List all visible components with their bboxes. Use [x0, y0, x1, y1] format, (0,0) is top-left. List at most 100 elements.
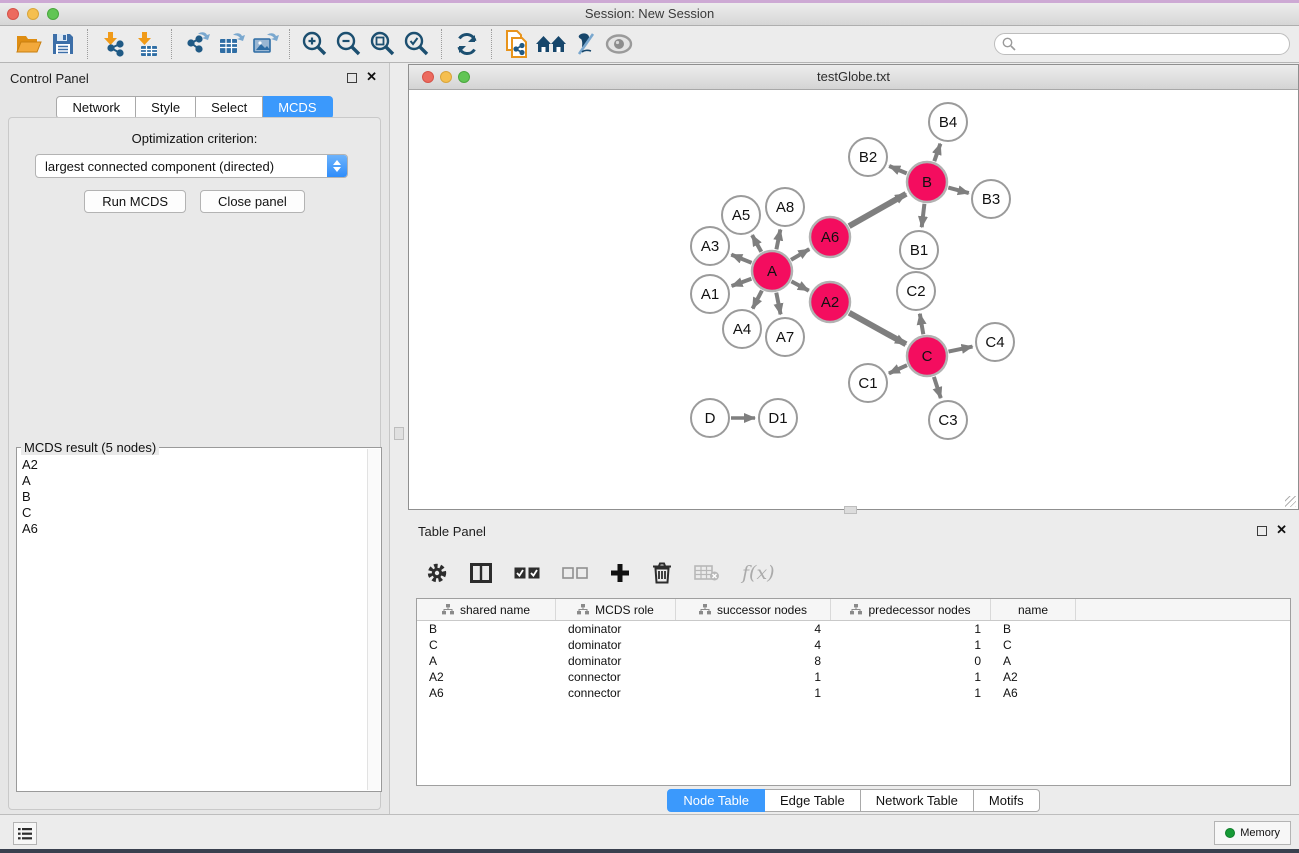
zoom-traffic-light[interactable]	[47, 8, 59, 20]
table-cell[interactable]: dominator	[556, 637, 676, 653]
search-input[interactable]	[994, 33, 1290, 55]
close-panel-button[interactable]: Close panel	[200, 190, 305, 213]
table-cell[interactable]: A	[991, 653, 1076, 669]
table-row[interactable]: Cdominator41C	[417, 637, 1290, 653]
close-traffic-light[interactable]	[7, 8, 19, 20]
column-header-MCDS-role[interactable]: MCDS role	[556, 599, 676, 620]
show-column-icon[interactable]	[470, 563, 492, 583]
tab-style[interactable]: Style	[136, 96, 196, 119]
function-builder-icon[interactable]: f(x)	[742, 562, 775, 584]
export-image-icon[interactable]	[248, 29, 282, 59]
edge-A-A6[interactable]	[791, 249, 809, 260]
table-cell[interactable]: 1	[676, 685, 831, 701]
tab-edge-table[interactable]: Edge Table	[765, 789, 861, 812]
mcds-result-item[interactable]: A6	[22, 521, 365, 537]
column-header-successor-nodes[interactable]: successor nodes	[676, 599, 831, 620]
table-cell[interactable]: A6	[991, 685, 1076, 701]
table-float-panel-icon[interactable]	[1257, 526, 1267, 536]
table-cell[interactable]: 1	[831, 669, 991, 685]
edge-C-C4[interactable]	[949, 347, 973, 352]
table-cell[interactable]: C	[991, 637, 1076, 653]
minimize-traffic-light[interactable]	[27, 8, 39, 20]
table-header-row[interactable]: shared nameMCDS rolesuccessor nodesprede…	[417, 599, 1290, 621]
table-cell[interactable]: dominator	[556, 621, 676, 637]
close-panel-icon[interactable]: ✕	[366, 69, 377, 85]
deselect-all-icon[interactable]	[562, 567, 588, 579]
table-cell[interactable]: 0	[831, 653, 991, 669]
edge-A-A1[interactable]	[732, 279, 752, 286]
import-network-icon[interactable]	[96, 29, 130, 59]
mcds-scrollbar[interactable]	[367, 449, 380, 790]
window-resize-grip[interactable]	[1285, 496, 1296, 507]
edge-A2-C[interactable]	[849, 313, 906, 345]
memory-button[interactable]: Memory	[1214, 821, 1291, 845]
mcds-result-item[interactable]: C	[22, 505, 365, 521]
open-session-icon[interactable]	[12, 29, 46, 59]
table-row[interactable]: A2connector11A2	[417, 669, 1290, 685]
edge-C-C1[interactable]	[889, 365, 907, 373]
edge-A-A5[interactable]	[752, 235, 761, 252]
network-close-traffic-light[interactable]	[422, 71, 434, 83]
edge-A-A7[interactable]	[776, 293, 780, 315]
birdseye-home-icon[interactable]	[534, 29, 568, 59]
table-cell[interactable]: dominator	[556, 653, 676, 669]
table-cell[interactable]: 4	[676, 621, 831, 637]
select-all-icon[interactable]	[514, 567, 540, 579]
export-network-icon[interactable]	[180, 29, 214, 59]
edge-B-B4[interactable]	[934, 144, 940, 162]
mcds-result-item[interactable]: A2	[22, 457, 365, 473]
tab-network-table[interactable]: Network Table	[861, 789, 974, 812]
add-row-icon[interactable]	[610, 563, 630, 583]
column-header-predecessor-nodes[interactable]: predecessor nodes	[831, 599, 991, 620]
table-row[interactable]: A6connector11A6	[417, 685, 1290, 701]
vertical-splitter-handle[interactable]	[394, 427, 404, 440]
network-minimize-traffic-light[interactable]	[440, 71, 452, 83]
table-cell[interactable]: 1	[676, 669, 831, 685]
edge-A6-B[interactable]	[849, 194, 906, 226]
zoom-selected-icon[interactable]	[400, 29, 434, 59]
tab-motifs[interactable]: Motifs	[974, 789, 1040, 812]
import-table-icon[interactable]	[130, 29, 164, 59]
network-zoom-traffic-light[interactable]	[458, 71, 470, 83]
table-cell[interactable]: C	[417, 637, 556, 653]
column-header-shared-name[interactable]: shared name	[417, 599, 556, 620]
zoom-in-icon[interactable]	[298, 29, 332, 59]
mcds-result-item[interactable]: B	[22, 489, 365, 505]
destroy-table-icon[interactable]	[694, 564, 720, 582]
table-close-panel-icon[interactable]: ✕	[1276, 522, 1287, 538]
export-table-icon[interactable]	[214, 29, 248, 59]
network-titlebar[interactable]: testGlobe.txt	[409, 65, 1298, 90]
edge-B-B2[interactable]	[889, 166, 907, 173]
select-stepper-icon[interactable]	[327, 155, 347, 177]
edge-A-A8[interactable]	[776, 230, 780, 250]
edge-C-C2[interactable]	[920, 314, 924, 335]
table-cell[interactable]: A6	[417, 685, 556, 701]
float-panel-icon[interactable]	[347, 73, 357, 83]
table-cell[interactable]: A2	[417, 669, 556, 685]
horizontal-splitter-handle[interactable]	[844, 506, 857, 514]
table-cell[interactable]: B	[417, 621, 556, 637]
table-cell[interactable]: 1	[831, 637, 991, 653]
zoom-fit-icon[interactable]	[366, 29, 400, 59]
edge-C-C3[interactable]	[934, 377, 941, 398]
tab-node-table[interactable]: Node Table	[667, 789, 765, 812]
table-settings-gear-icon[interactable]	[426, 562, 448, 584]
edge-A-A3[interactable]	[731, 255, 751, 263]
run-mcds-button[interactable]: Run MCDS	[84, 190, 186, 213]
eye-icon[interactable]	[602, 29, 636, 59]
edge-A-A2[interactable]	[791, 281, 808, 290]
table-cell[interactable]: 1	[831, 621, 991, 637]
tab-network[interactable]: Network	[56, 96, 136, 119]
table-cell[interactable]: B	[991, 621, 1076, 637]
table-row[interactable]: Bdominator41B	[417, 621, 1290, 637]
task-history-button[interactable]	[13, 822, 37, 845]
criterion-select[interactable]: largest connected component (directed)	[35, 154, 348, 178]
table-cell[interactable]: A	[417, 653, 556, 669]
edge-B-B1[interactable]	[922, 204, 925, 227]
clone-network-icon[interactable]	[500, 29, 534, 59]
table-cell[interactable]: connector	[556, 685, 676, 701]
table-row[interactable]: Adominator80A	[417, 653, 1290, 669]
delete-row-icon[interactable]	[652, 562, 672, 584]
table-cell[interactable]: 8	[676, 653, 831, 669]
edge-A-A4[interactable]	[753, 291, 762, 309]
